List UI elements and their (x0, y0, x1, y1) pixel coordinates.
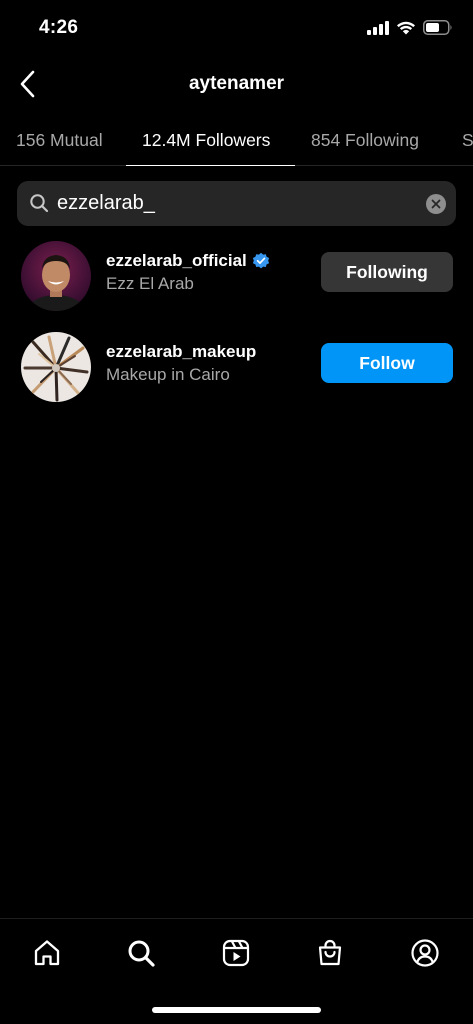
list-item[interactable]: ezzelarab_official Ezz El Arab Following (0, 237, 473, 313)
wifi-icon (397, 21, 415, 35)
signal-icon (367, 20, 389, 35)
clear-search-button[interactable] (426, 194, 446, 214)
page-title: aytenamer (188, 73, 285, 94)
status-bar: 4:26 (0, 0, 473, 56)
tab-bar: 156 Mutual 12.4M Followers 854 Following… (0, 118, 473, 166)
active-tab-indicator (126, 164, 295, 166)
nav-shop[interactable] (310, 933, 350, 973)
verified-badge-icon (252, 252, 269, 269)
avatar[interactable] (21, 241, 91, 311)
following-button[interactable]: Following (321, 252, 453, 292)
nav-reels[interactable] (216, 933, 256, 973)
username-line: ezzelarab_official (106, 251, 270, 271)
tab-mutual[interactable]: 156 Mutual (16, 130, 103, 151)
username-line: ezzelarab_makeup (106, 342, 256, 362)
nav-home[interactable] (27, 933, 67, 973)
profile-icon (411, 939, 439, 967)
status-time: 4:26 (39, 17, 79, 38)
follow-button[interactable]: Follow (321, 343, 453, 383)
shop-icon (318, 939, 342, 966)
battery-icon (423, 20, 452, 35)
status-icons (367, 20, 453, 35)
tab-following[interactable]: 854 Following (311, 130, 419, 151)
search-bar (17, 181, 456, 226)
avatar[interactable] (21, 332, 91, 402)
home-indicator[interactable] (152, 1007, 321, 1013)
tab-followers[interactable]: 12.4M Followers (142, 130, 270, 151)
username[interactable]: ezzelarab_makeup (106, 342, 256, 362)
avatar-photo (21, 332, 91, 402)
list-item[interactable]: ezzelarab_makeup Makeup in Cairo Follow (0, 328, 473, 404)
full-name: Ezz El Arab (106, 274, 194, 293)
reels-icon (222, 939, 250, 967)
tab-suggested[interactable]: S (462, 130, 473, 151)
username[interactable]: ezzelarab_official (106, 251, 247, 271)
nav-profile[interactable] (405, 933, 445, 973)
search-icon (128, 940, 155, 967)
full-name: Makeup in Cairo (106, 365, 230, 384)
nav-header: aytenamer (0, 56, 473, 112)
close-icon (431, 199, 441, 209)
home-icon (34, 940, 60, 966)
search-input[interactable] (57, 181, 417, 226)
nav-search[interactable] (121, 933, 161, 973)
avatar-photo (21, 241, 91, 311)
search-icon (30, 194, 49, 213)
